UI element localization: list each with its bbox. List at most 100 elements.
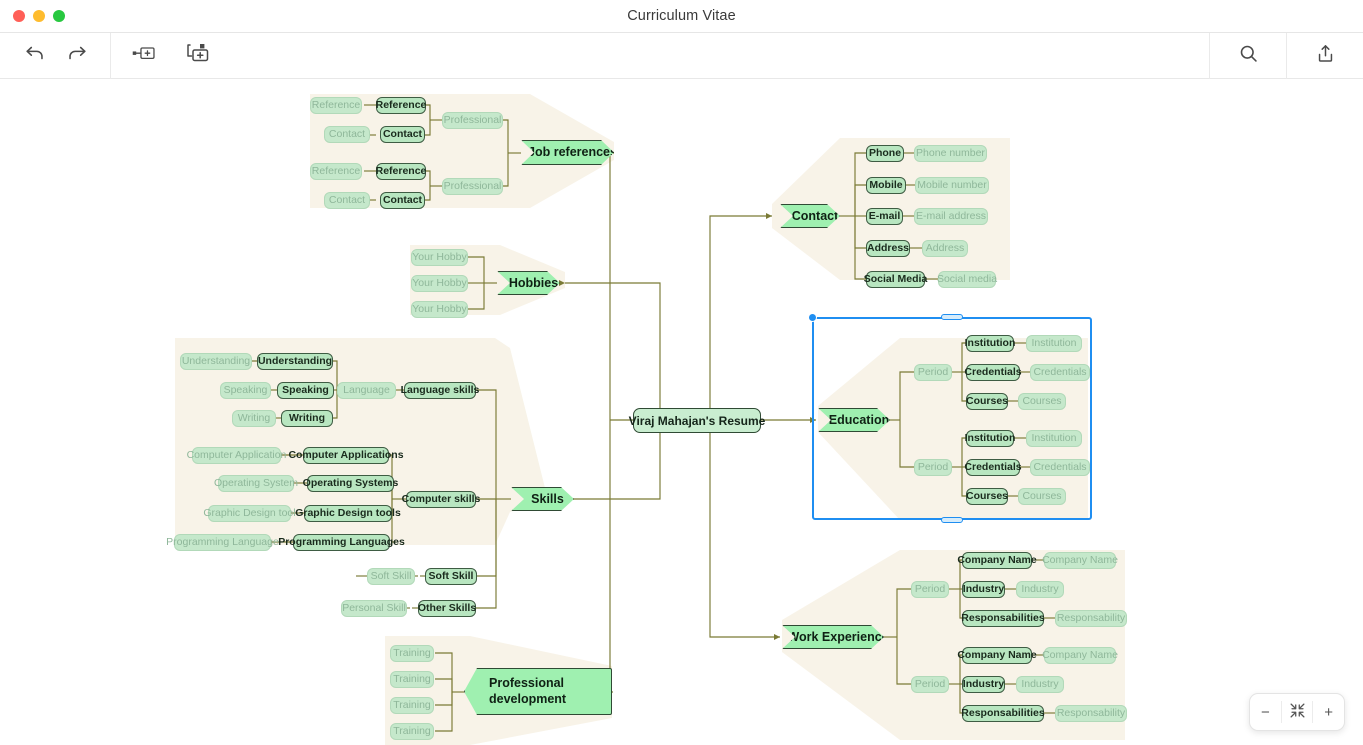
- node-industry-2-placeholder[interactable]: Industry: [1016, 676, 1064, 693]
- node-computer-application-placeholder[interactable]: Computer Application: [187, 447, 286, 464]
- node-computer-applications[interactable]: Computer Applications: [288, 447, 404, 464]
- node-reference-2[interactable]: Reference: [376, 163, 426, 180]
- node-courses-2[interactable]: Courses: [966, 488, 1008, 505]
- node-responsabilities-2[interactable]: Responsabilities: [961, 705, 1045, 722]
- node-contact-1[interactable]: Contact: [380, 126, 425, 143]
- node-responsabilities-1[interactable]: Responsabilities: [961, 610, 1045, 627]
- minimize-window-button[interactable]: [33, 10, 45, 22]
- node-email[interactable]: E-mail: [866, 208, 903, 225]
- node-work-period-2[interactable]: Period: [911, 676, 949, 693]
- node-soft-skill-placeholder[interactable]: Soft Skill: [367, 568, 415, 585]
- node-training-3[interactable]: Training: [390, 697, 434, 714]
- node-hobby-3[interactable]: Your Hobby: [411, 301, 468, 318]
- search-icon: [1238, 43, 1259, 69]
- node-other-skills[interactable]: Other Skills: [418, 600, 476, 617]
- node-credentials-1-placeholder[interactable]: Credentials: [1030, 364, 1090, 381]
- node-phone-placeholder[interactable]: Phone number: [914, 145, 987, 162]
- share-button[interactable]: [1287, 33, 1363, 79]
- node-company-name-1-placeholder[interactable]: Company Name: [1042, 552, 1118, 569]
- node-contact-1-placeholder[interactable]: Contact: [324, 126, 370, 143]
- node-soft-skill[interactable]: Soft Skill: [425, 568, 477, 585]
- node-company-name-2-placeholder[interactable]: Company Name: [1042, 647, 1118, 664]
- node-education-period-2[interactable]: Period: [914, 459, 952, 476]
- node-language-skills[interactable]: Language skills: [401, 382, 479, 399]
- node-email-placeholder[interactable]: E-mail address: [914, 208, 988, 225]
- node-responsability-2-placeholder[interactable]: Responsability: [1055, 705, 1127, 722]
- node-work-period-1[interactable]: Period: [911, 581, 949, 598]
- mindmap-canvas[interactable]: Viraj Mahajan's Resume Job references Pr…: [0, 80, 1363, 745]
- node-education-period-1[interactable]: Period: [914, 364, 952, 381]
- node-understanding-placeholder[interactable]: Understanding: [180, 353, 252, 370]
- node-responsability-1-placeholder[interactable]: Responsability: [1055, 610, 1127, 627]
- undo-button[interactable]: [14, 33, 56, 79]
- branch-node-job-references[interactable]: Job references: [521, 140, 614, 165]
- node-mobile-placeholder[interactable]: Mobile number: [915, 177, 989, 194]
- node-credentials-2-placeholder[interactable]: Credentials: [1030, 459, 1090, 476]
- node-institution-1[interactable]: Institution: [965, 335, 1015, 352]
- add-sibling-node-button[interactable]: [123, 33, 165, 79]
- node-writing-placeholder[interactable]: Writing: [232, 410, 276, 427]
- node-company-name-1[interactable]: Company Name: [957, 552, 1037, 569]
- share-export-icon: [1315, 43, 1336, 69]
- node-speaking-placeholder[interactable]: Speaking: [220, 382, 271, 399]
- node-social-media[interactable]: Social Media: [864, 271, 927, 288]
- branch-node-professional-development[interactable]: Professional development: [464, 668, 612, 715]
- node-programming-language-placeholder[interactable]: Programming Language: [166, 534, 279, 551]
- node-training-2[interactable]: Training: [390, 671, 434, 688]
- redo-button[interactable]: [56, 33, 98, 79]
- branch-node-work-experience[interactable]: Work Experience: [782, 625, 884, 649]
- node-industry-1-placeholder[interactable]: Industry: [1016, 581, 1064, 598]
- maximize-window-button[interactable]: [53, 10, 65, 22]
- zoom-out-button[interactable]: −: [1250, 694, 1281, 730]
- node-address-placeholder[interactable]: Address: [922, 240, 968, 257]
- branch-node-skills[interactable]: Skills: [511, 487, 574, 511]
- node-courses-1[interactable]: Courses: [966, 393, 1008, 410]
- node-institution-2-placeholder[interactable]: Institution: [1026, 430, 1082, 447]
- node-reference-1[interactable]: Reference: [376, 97, 426, 114]
- node-phone[interactable]: Phone: [866, 145, 904, 162]
- node-institution-2[interactable]: Institution: [965, 430, 1015, 447]
- node-industry-1[interactable]: Industry: [962, 581, 1005, 598]
- node-graphic-design-tool-placeholder[interactable]: Graphic Design tool: [203, 505, 296, 522]
- fit-to-screen-button[interactable]: [1282, 694, 1313, 730]
- node-industry-2[interactable]: Industry: [962, 676, 1005, 693]
- node-credentials-2[interactable]: Credentials: [964, 459, 1022, 476]
- zoom-in-button[interactable]: +: [1313, 694, 1344, 730]
- close-window-button[interactable]: [13, 10, 25, 22]
- node-address[interactable]: Address: [866, 240, 910, 257]
- node-courses-2-placeholder[interactable]: Courses: [1018, 488, 1066, 505]
- node-programming-languages[interactable]: Programming Languages: [278, 534, 405, 551]
- branch-node-education[interactable]: Education: [818, 408, 890, 432]
- node-language[interactable]: Language: [337, 382, 396, 399]
- node-operating-systems[interactable]: Operating Systems: [303, 475, 398, 492]
- search-button[interactable]: [1210, 33, 1286, 79]
- node-understanding[interactable]: Understanding: [257, 353, 333, 370]
- node-professional-1[interactable]: Professional: [442, 112, 503, 129]
- branch-node-contact[interactable]: Contact: [780, 204, 840, 228]
- node-reference-1-placeholder[interactable]: Reference: [310, 97, 362, 114]
- node-training-4[interactable]: Training: [390, 723, 434, 740]
- node-reference-2-placeholder[interactable]: Reference: [310, 163, 362, 180]
- node-mobile[interactable]: Mobile: [866, 177, 906, 194]
- node-operating-system-placeholder[interactable]: Operating System: [214, 475, 298, 492]
- node-writing[interactable]: Writing: [281, 410, 333, 427]
- node-personal-skill-placeholder[interactable]: Personal Skill: [341, 600, 407, 617]
- root-node[interactable]: Viraj Mahajan's Resume: [629, 408, 765, 433]
- redo-arrow-icon: [66, 42, 88, 69]
- node-social-media-placeholder[interactable]: Social media: [937, 271, 997, 288]
- node-professional-2[interactable]: Professional: [442, 178, 503, 195]
- node-institution-1-placeholder[interactable]: Institution: [1026, 335, 1082, 352]
- node-hobby-1[interactable]: Your Hobby: [411, 249, 468, 266]
- node-computer-skills[interactable]: Computer skills: [402, 491, 480, 508]
- node-credentials-1[interactable]: Credentials: [964, 364, 1022, 381]
- node-courses-1-placeholder[interactable]: Courses: [1018, 393, 1066, 410]
- branch-node-hobbies[interactable]: Hobbies: [497, 271, 560, 295]
- node-graphic-design-tools[interactable]: Graphic Design tools: [295, 505, 401, 522]
- node-training-1[interactable]: Training: [390, 645, 434, 662]
- node-contact-2[interactable]: Contact: [380, 192, 425, 209]
- node-speaking[interactable]: Speaking: [277, 382, 334, 399]
- node-hobby-2[interactable]: Your Hobby: [411, 275, 468, 292]
- add-child-node-button[interactable]: [177, 33, 219, 79]
- node-contact-2-placeholder[interactable]: Contact: [324, 192, 370, 209]
- node-company-name-2[interactable]: Company Name: [957, 647, 1037, 664]
